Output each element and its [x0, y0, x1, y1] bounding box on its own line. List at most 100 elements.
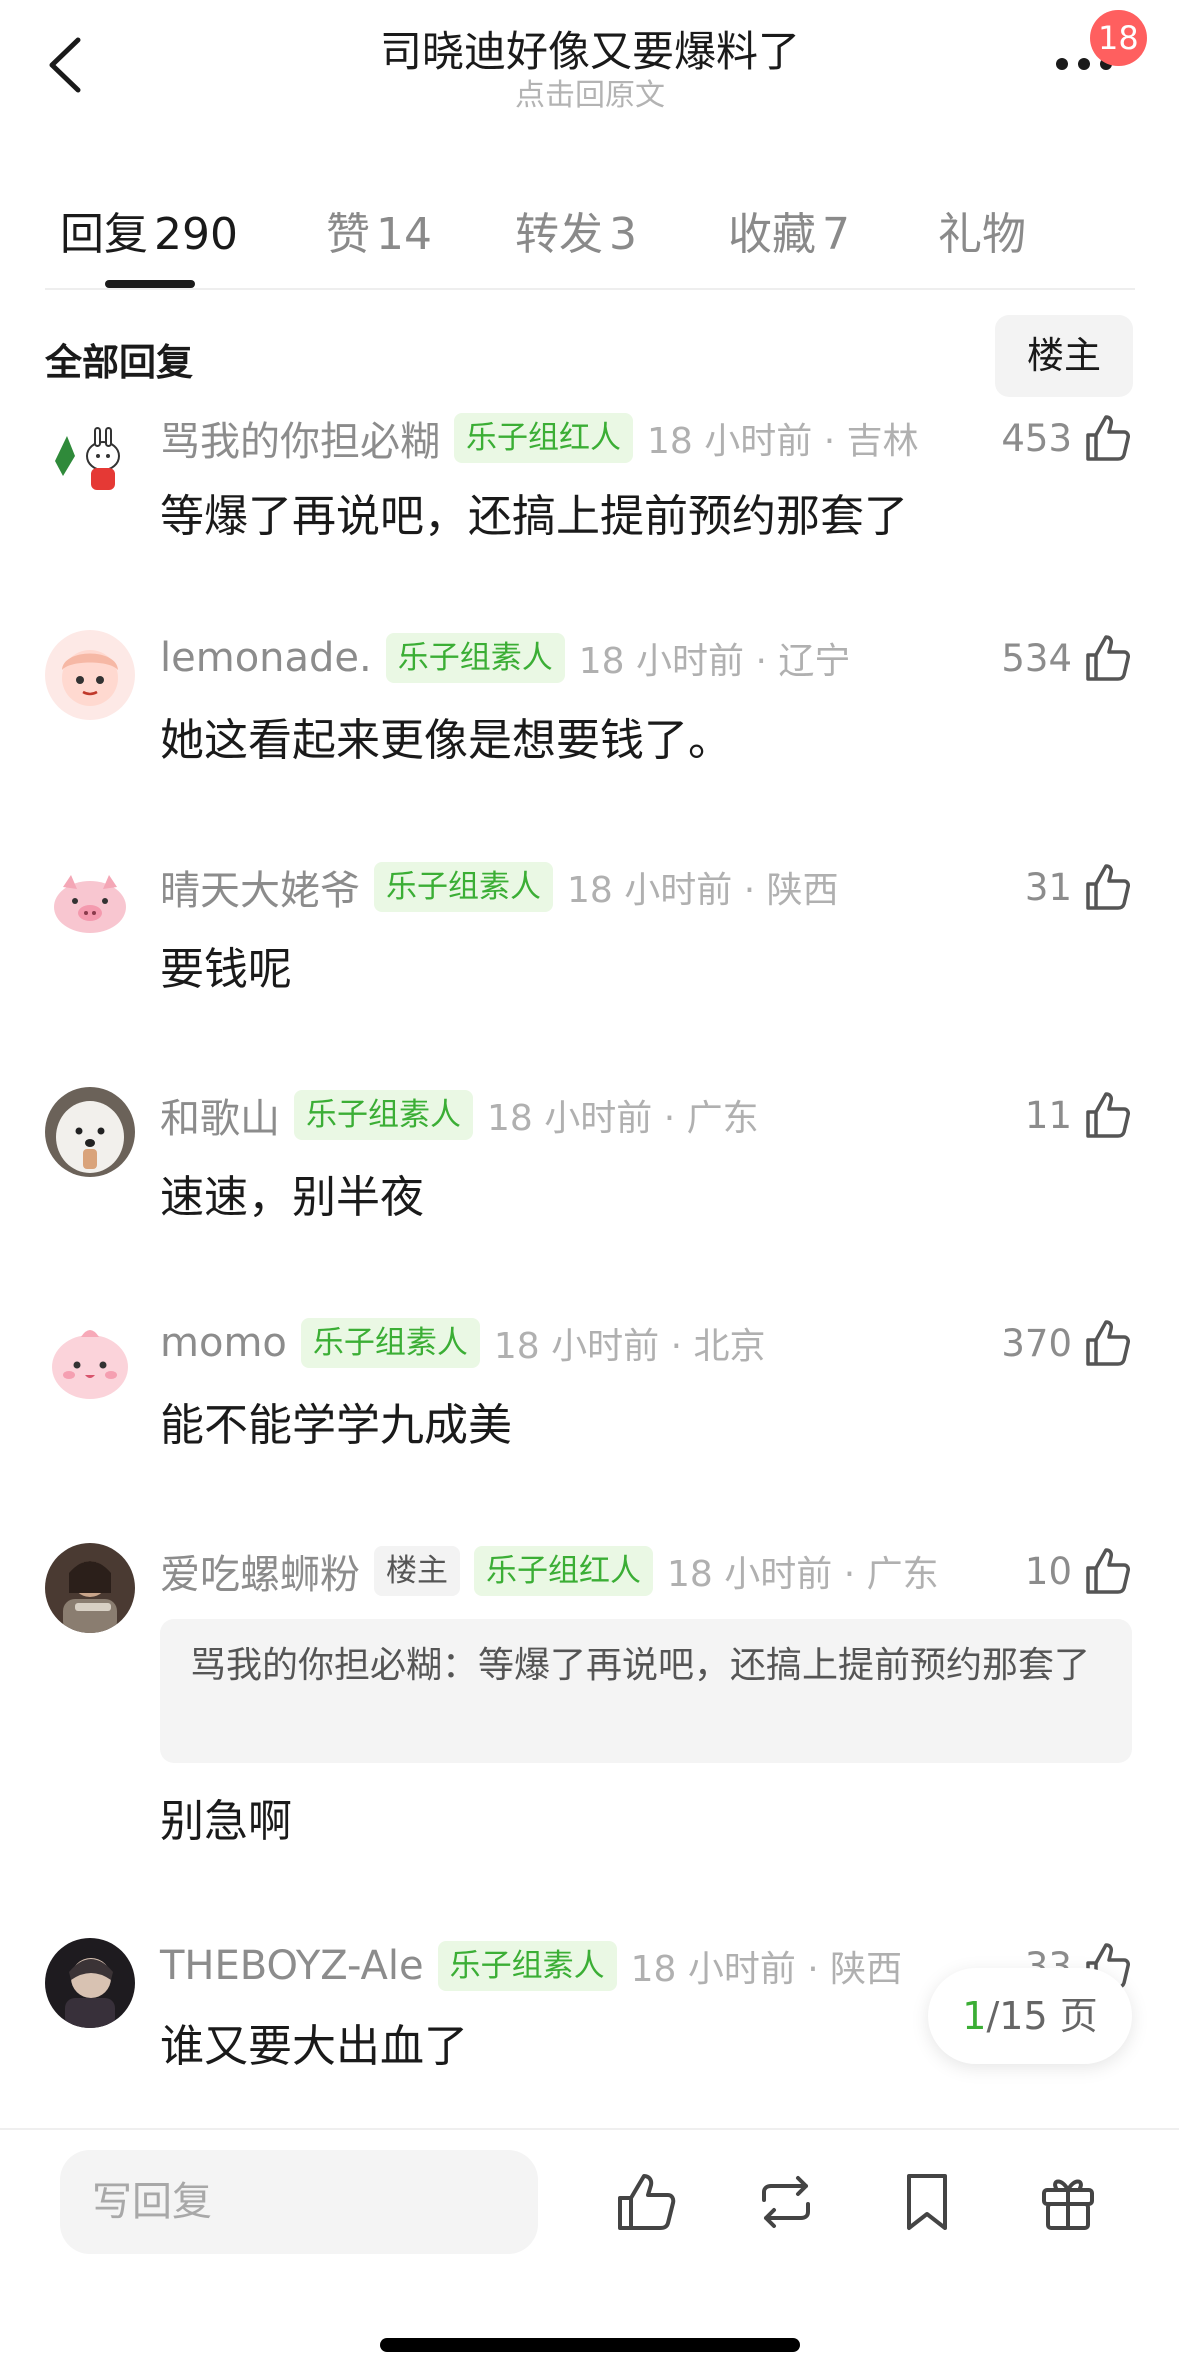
avatar[interactable]	[45, 1315, 135, 1405]
op-tag: 楼主	[374, 1546, 460, 1596]
comment-text: 速速，别半夜	[160, 1172, 424, 1223]
like-count: 453	[1001, 416, 1072, 460]
avatar-image	[45, 1315, 135, 1405]
like-button[interactable]: 453	[1001, 408, 1134, 468]
like-count: 11	[1024, 1093, 1072, 1137]
like-button[interactable]: 370	[1001, 1313, 1134, 1373]
comment-meta: THEBOYZ-Ale 乐子组素人 18 小时前 · 陕西	[160, 1936, 902, 1996]
username[interactable]: lemonade.	[160, 635, 372, 681]
divider	[45, 288, 1135, 290]
tab-reposts[interactable]: 转发 3	[515, 198, 637, 268]
avatar[interactable]	[45, 1087, 135, 1177]
avatar[interactable]	[45, 1543, 135, 1633]
user-tag: 乐子组素人	[300, 1318, 480, 1368]
thumbs-up-icon	[1080, 631, 1134, 685]
time-location: 18 小时前 · 辽宁	[578, 641, 851, 682]
avatar-image	[45, 1938, 135, 2028]
comment-text: 能不能学学九成美	[160, 1400, 512, 1451]
like-button[interactable]: 31	[1025, 857, 1134, 917]
user-tag: 乐子组红人	[474, 1546, 653, 1596]
username[interactable]: 晴天大姥爷	[160, 858, 360, 916]
like-count: 31	[1024, 865, 1072, 909]
like-count: 10	[1024, 1549, 1072, 1593]
post-replies-screen: 司晓迪好像又要爆料了 点击回原文 18 回复 290 赞 14 转发 3 收藏 7 礼物…	[0, 0, 1179, 2379]
thumbs-up-icon	[1080, 1316, 1134, 1370]
like-count: 370	[1001, 1321, 1072, 1365]
comment-item: 骂我的你担必糊 乐子组红人 18 小时前 · 吉林 453 等爆了再说吧，还搞上…	[0, 408, 1179, 558]
comment-item: 和歌山 乐子组素人 18 小时前 · 广东 11 速速，别半夜	[0, 1085, 1179, 1235]
notification-badge: 18	[1090, 10, 1147, 66]
gift-button[interactable]	[1034, 2168, 1102, 2236]
tab-label: 回复	[60, 209, 148, 260]
comment-text: 别急啊	[160, 1796, 292, 1847]
tab-label: 礼物	[938, 209, 1026, 260]
tab-likes[interactable]: 赞 14	[326, 198, 432, 268]
comment-meta: 晴天大姥爷 乐子组素人 18 小时前 · 陕西	[160, 857, 839, 917]
tab-count: 3	[609, 209, 637, 260]
time-location: 18 小时前 · 陕西	[630, 1949, 903, 1990]
total-pages: /15 页	[986, 1994, 1098, 2038]
time-location: 18 小时前 · 陕西	[567, 870, 839, 911]
avatar[interactable]	[45, 857, 135, 947]
back-to-original-link[interactable]: 点击回原文	[390, 70, 790, 114]
op-only-filter-button[interactable]: 楼主	[995, 315, 1133, 397]
avatar[interactable]	[45, 1938, 135, 2028]
comment-item: 晴天大姥爷 乐子组素人 18 小时前 · 陕西 31 要钱呢	[0, 857, 1179, 1007]
like-button[interactable]: 534	[1001, 628, 1134, 688]
thumbs-up-icon	[1080, 860, 1134, 914]
thumbs-up-icon	[618, 2174, 676, 2230]
username[interactable]: momo	[160, 1320, 287, 1366]
comment-meta: 爱吃螺蛳粉 楼主 乐子组红人 18 小时前 · 广东	[160, 1541, 939, 1601]
comment-text: 要钱呢	[160, 944, 292, 995]
chevron-left-icon	[49, 37, 81, 93]
gift-icon	[1042, 2179, 1094, 2230]
time-location: 18 小时前 · 吉林	[647, 421, 919, 462]
like-button[interactable]: 10	[1025, 1541, 1134, 1601]
comment-text: 等爆了再说吧，还搞上提前预约那套了	[160, 491, 908, 542]
home-indicator	[380, 2338, 800, 2352]
reply-input[interactable]: 写回复	[60, 2150, 538, 2254]
back-button[interactable]	[30, 20, 100, 110]
comment-meta: lemonade. 乐子组素人 18 小时前 · 辽宁	[160, 628, 850, 688]
favorite-button[interactable]	[893, 2168, 961, 2236]
all-replies-label: 全部回复	[45, 341, 193, 384]
time-location: 18 小时前 · 广东	[487, 1098, 759, 1139]
tab-count: 290	[154, 209, 238, 260]
user-tag: 乐子组素人	[294, 1090, 473, 1140]
time-location: 18 小时前 · 北京	[493, 1326, 766, 1367]
active-tab-indicator	[105, 280, 195, 288]
comment-item: momo 乐子组素人 18 小时前 · 北京 370 能不能学学九成美	[0, 1313, 1179, 1463]
repost-button[interactable]	[752, 2168, 820, 2236]
tab-gifts[interactable]: 礼物	[938, 198, 1026, 268]
comment-text: 她这看起来更像是想要钱了。	[160, 715, 732, 766]
username[interactable]: THEBOYZ-Ale	[160, 1943, 424, 1989]
username[interactable]: 骂我的你担必糊	[160, 409, 440, 467]
tab-favorites[interactable]: 收藏 7	[728, 198, 850, 268]
comment-meta: 骂我的你担必糊 乐子组红人 18 小时前 · 吉林	[160, 408, 919, 468]
username[interactable]: 和歌山	[160, 1086, 280, 1144]
quoted-reply[interactable]: 骂我的你担必糊：等爆了再说吧，还搞上提前预约那套了	[160, 1619, 1132, 1763]
thumbs-up-icon	[1080, 1088, 1134, 1142]
divider	[0, 2128, 1179, 2130]
more-dot	[1078, 58, 1090, 70]
comment-meta: momo 乐子组素人 18 小时前 · 北京	[160, 1313, 765, 1373]
user-tag: 乐子组素人	[385, 633, 565, 683]
thumbs-up-icon	[1080, 1544, 1134, 1598]
like-post-button[interactable]	[612, 2168, 680, 2236]
like-button[interactable]: 11	[1025, 1085, 1134, 1145]
user-tag: 乐子组红人	[454, 413, 633, 463]
avatar[interactable]	[45, 416, 135, 506]
comment-text: 谁又要大出血了	[160, 2021, 468, 2072]
username[interactable]: 爱吃螺蛳粉	[160, 1542, 360, 1600]
bookmark-icon	[907, 2174, 947, 2230]
comment-item: 爱吃螺蛳粉 楼主 乐子组红人 18 小时前 · 广东 10 骂我的你担必糊：等爆…	[0, 1541, 1179, 1847]
avatar[interactable]	[45, 630, 135, 720]
avatar-image	[45, 1087, 135, 1177]
avatar-image	[45, 630, 135, 720]
page-indicator[interactable]: 1/15 页	[928, 1968, 1132, 2064]
tab-label: 收藏	[728, 209, 816, 260]
user-tag: 乐子组素人	[374, 862, 553, 912]
tab-replies[interactable]: 回复 290	[60, 198, 238, 268]
comment-meta: 和歌山 乐子组素人 18 小时前 · 广东	[160, 1085, 759, 1145]
time-location: 18 小时前 · 广东	[667, 1554, 939, 1595]
